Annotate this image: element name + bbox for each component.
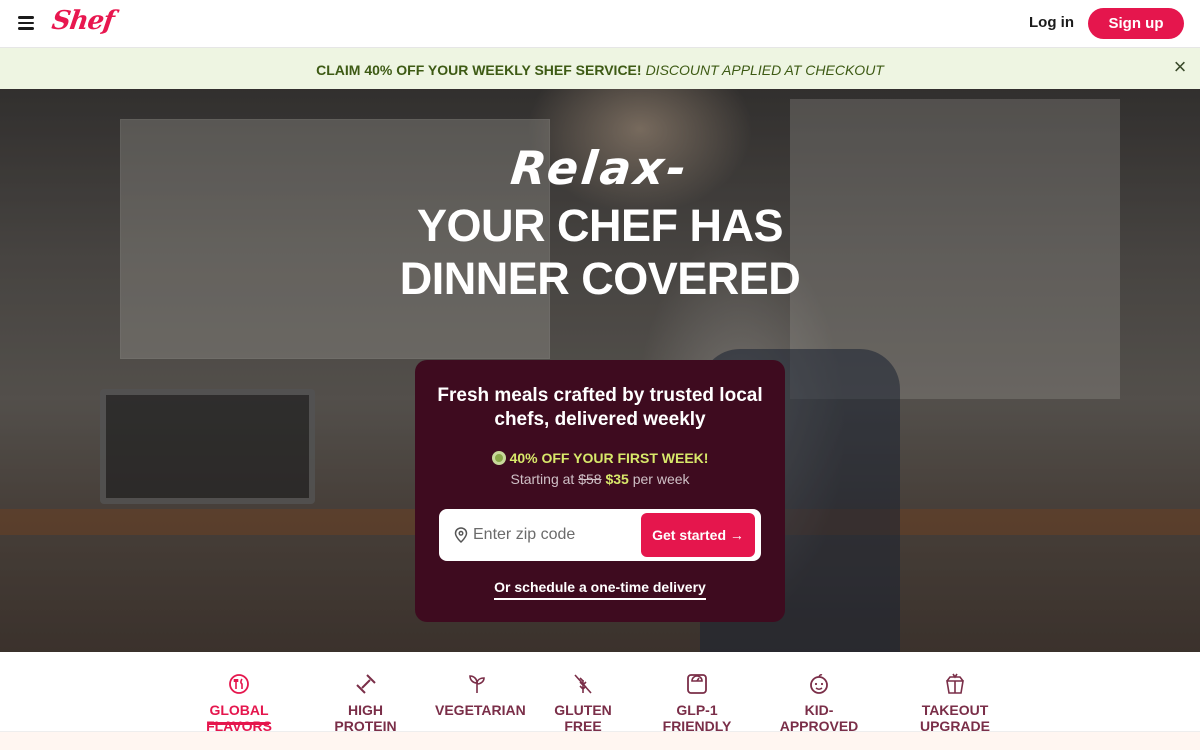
shef-logo[interactable]: Shef: [50, 6, 116, 36]
hero-script-text: Relax-: [508, 141, 692, 195]
login-link[interactable]: Log in: [1029, 14, 1074, 31]
category-label: TAKEOUT UPGRADE: [919, 702, 990, 734]
card-title: Fresh meals crafted by trusted local che…: [437, 385, 763, 430]
category-vegetarian[interactable]: VEGETARIAN: [435, 672, 526, 718]
close-icon[interactable]: ×: [1170, 56, 1190, 78]
category-glp1-friendly[interactable]: GLP-1 FRIENDLY: [648, 672, 746, 734]
offer-label: 40% OFF YOUR FIRST WEEK!: [509, 450, 709, 466]
hero-headline: YOUR CHEF HAS DINNER COVERED: [0, 199, 1200, 305]
promo-sub-text: DISCOUNT APPLIED AT CHECKOUT: [645, 62, 884, 78]
price-prefix: Starting at: [510, 471, 575, 487]
signup-button[interactable]: Sign up: [1088, 8, 1184, 39]
category-label: GLP-1 FRIENDLY: [662, 702, 732, 734]
price-suffix: per week: [632, 471, 690, 487]
zip-code-input[interactable]: [473, 517, 633, 553]
promo-main-text: CLAIM 40% OFF YOUR WEEKLY SHEF SERVICE!: [316, 62, 642, 78]
price-old: $58: [578, 471, 602, 487]
offer-text: 40% OFF YOUR FIRST WEEK!: [415, 450, 785, 466]
category-gluten-free[interactable]: GLUTEN FREE: [541, 672, 625, 734]
category-navigation: GLOBAL FLAVORS HIGH PROTEIN VEGETARIAN G…: [0, 652, 1200, 741]
location-pin-icon: [454, 527, 468, 543]
zip-form: Get started →: [439, 509, 761, 561]
price-text: Starting at $58 $35 per week: [415, 471, 785, 487]
takeout-box-icon: [946, 673, 964, 694]
menu-icon[interactable]: [18, 16, 34, 30]
category-high-protein[interactable]: HIGH PROTEIN: [319, 672, 412, 734]
category-global-flavors[interactable]: GLOBAL FLAVORS: [182, 672, 296, 741]
get-started-button[interactable]: Get started →: [641, 513, 755, 557]
dumbbell-icon: [355, 674, 376, 694]
category-kid-approved[interactable]: KID-APPROVED: [769, 672, 869, 734]
smiley-face-icon: [810, 674, 828, 694]
globe-fork-icon: [229, 674, 249, 694]
category-takeout-upgrade[interactable]: TAKEOUT UPGRADE: [892, 672, 1018, 734]
category-label: KID-APPROVED: [779, 702, 859, 734]
offer-badge-icon: [491, 451, 506, 465]
signup-card: Fresh meals crafted by trusted local che…: [415, 360, 785, 622]
hero-section: Relax- YOUR CHEF HAS DINNER COVERED Fres…: [0, 89, 1200, 652]
category-label: VEGETARIAN: [435, 702, 526, 718]
promo-banner: CLAIM 40% OFF YOUR WEEKLY SHEF SERVICE! D…: [0, 48, 1200, 89]
hero-headline-line1: YOUR CHEF HAS: [416, 200, 784, 251]
category-label: HIGH PROTEIN: [334, 702, 397, 734]
top-navigation-bar: Shef Log in Sign up: [0, 0, 1200, 48]
sprout-icon: [468, 675, 485, 693]
page-bottom-strip: [0, 732, 1200, 750]
one-time-delivery-label: Or schedule a one-time delivery: [494, 579, 706, 600]
wheat-off-icon: [574, 674, 592, 694]
price-new: $35: [605, 471, 629, 487]
category-label: GLUTEN FREE: [554, 702, 612, 734]
hero-headline-line2: DINNER COVERED: [399, 253, 801, 304]
scale-icon: [687, 674, 707, 694]
one-time-delivery-link[interactable]: Or schedule a one-time delivery: [415, 579, 785, 600]
